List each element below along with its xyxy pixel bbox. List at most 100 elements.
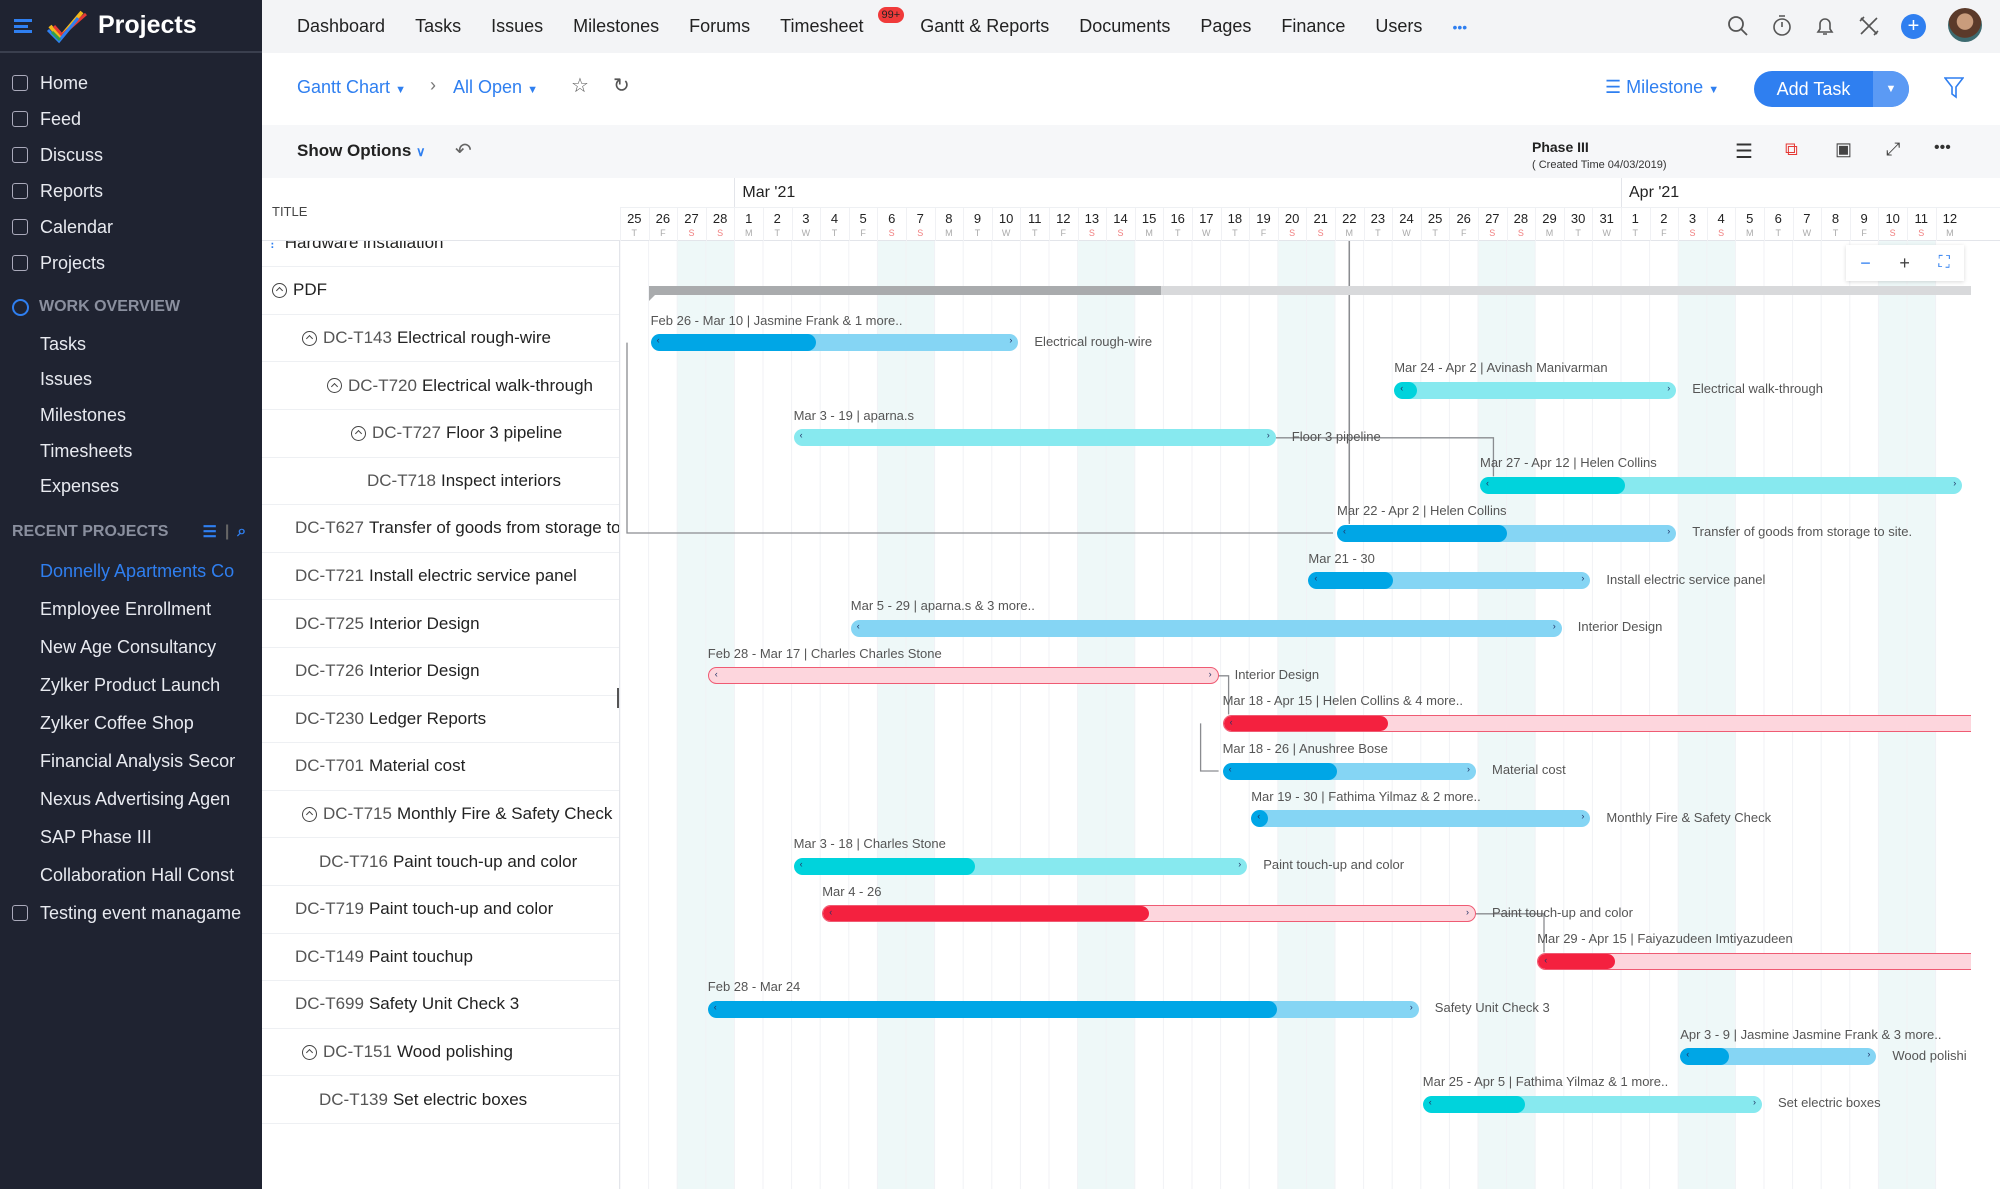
resize-right-icon[interactable]: › bbox=[1466, 907, 1469, 917]
task-bar[interactable]: ‹› bbox=[1251, 810, 1591, 828]
resize-right-icon[interactable]: › bbox=[1267, 430, 1270, 440]
resize-right-icon[interactable]: › bbox=[1867, 1049, 1870, 1059]
task-row[interactable]: DC-T699 Safety Unit Check 3 bbox=[262, 981, 619, 1029]
search-icon[interactable] bbox=[1726, 14, 1750, 38]
show-options-button[interactable]: Show Options ∨ bbox=[297, 141, 426, 161]
nav-timesheet[interactable]: Timesheet99+ bbox=[780, 7, 905, 37]
avatar[interactable] bbox=[1948, 8, 1982, 42]
recent-project-item[interactable]: Zylker Product Launch bbox=[0, 669, 235, 701]
sidebar-item-expenses[interactable]: Expenses bbox=[0, 471, 262, 503]
sidebar-item-milestones[interactable]: Milestones bbox=[0, 399, 262, 431]
resize-left-icon[interactable]: ‹ bbox=[1486, 478, 1489, 488]
zoom-out-icon[interactable]: − bbox=[1860, 253, 1871, 274]
resize-left-icon[interactable]: ‹ bbox=[800, 859, 803, 869]
task-row[interactable]: DC-T716 Paint touch-up and color bbox=[262, 838, 619, 886]
refresh-icon[interactable]: ↻ bbox=[613, 73, 630, 98]
resize-right-icon[interactable]: › bbox=[1410, 1002, 1413, 1012]
nav-milestones[interactable]: Milestones bbox=[573, 16, 659, 37]
nav-users[interactable]: Users bbox=[1375, 16, 1422, 37]
task-row[interactable]: DC-T726 Interior Design bbox=[262, 648, 619, 696]
milestone-row[interactable]: PDF bbox=[262, 267, 619, 315]
task-bar[interactable]: ‹› bbox=[1422, 1095, 1762, 1113]
sidebar-item-projects[interactable]: Projects bbox=[0, 247, 262, 279]
nav-issues[interactable]: Issues bbox=[491, 16, 543, 37]
undo-icon[interactable]: ↶ bbox=[455, 138, 472, 163]
task-bar[interactable]: ‹› bbox=[1308, 572, 1591, 590]
add-icon[interactable]: + bbox=[1901, 14, 1926, 39]
task-row[interactable]: DC-T149 Paint touchup bbox=[262, 934, 619, 982]
task-bar[interactable]: ‹› bbox=[707, 1000, 1419, 1018]
task-row[interactable]: DC-T139 Set electric boxes bbox=[262, 1076, 619, 1124]
expand-icon[interactable]: ⤢ bbox=[1886, 139, 1900, 160]
recent-project-item[interactable]: Employee Enrollment bbox=[0, 593, 235, 625]
resize-left-icon[interactable]: ‹ bbox=[1429, 1097, 1432, 1107]
resize-left-icon[interactable]: ‹ bbox=[1343, 526, 1346, 536]
recent-project-item[interactable]: Financial Analysis Secon bbox=[0, 745, 235, 777]
bell-icon[interactable] bbox=[1813, 14, 1837, 38]
layout-icon[interactable]: ☰ bbox=[1735, 139, 1753, 164]
task-bar[interactable]: ‹› bbox=[1480, 476, 1963, 494]
view-dropdown[interactable]: Gantt Chart ▼ bbox=[297, 77, 406, 98]
task-row[interactable]: DC-T718 Inspect interiors bbox=[262, 458, 619, 506]
resize-left-icon[interactable]: ‹ bbox=[857, 621, 860, 631]
sidebar-item-timesheets[interactable]: Timesheets bbox=[0, 435, 262, 467]
task-bar[interactable]: ‹› bbox=[1222, 762, 1476, 780]
resize-right-icon[interactable]: › bbox=[1467, 764, 1470, 774]
sidebar-item-tasks[interactable]: Tasks bbox=[0, 328, 262, 360]
resize-right-icon[interactable]: › bbox=[1009, 335, 1012, 345]
collapse-icon[interactable] bbox=[327, 378, 342, 394]
collapse-icon[interactable] bbox=[302, 330, 317, 346]
sidebar-item-issues[interactable]: Issues bbox=[0, 364, 262, 396]
milestone-bar[interactable] bbox=[648, 286, 1971, 295]
menu-icon[interactable] bbox=[14, 18, 32, 33]
task-bar[interactable]: ‹› bbox=[1337, 524, 1677, 542]
nav-gantt-reports[interactable]: Gantt & Reports bbox=[920, 16, 1049, 37]
sidebar-item-testing[interactable]: Testing event managame bbox=[0, 897, 262, 929]
resize-left-icon[interactable]: ‹ bbox=[1257, 811, 1260, 821]
zoom-in-icon[interactable]: + bbox=[1899, 253, 1910, 274]
search-icon[interactable]: ⌕ bbox=[237, 523, 246, 541]
sidebar-item-reports[interactable]: Reports bbox=[0, 175, 262, 207]
recent-project-item[interactable]: New Age Consultancy bbox=[0, 631, 235, 663]
collapse-icon[interactable] bbox=[351, 425, 366, 441]
task-row[interactable]: DC-T151 Wood polishing bbox=[262, 1029, 619, 1077]
recent-project-item[interactable]: SAP Phase III bbox=[0, 821, 235, 853]
task-row[interactable]: DC-T230 Ledger Reports bbox=[262, 696, 619, 744]
more-icon[interactable]: ••• bbox=[1934, 139, 1951, 157]
resize-right-icon[interactable]: › bbox=[1581, 811, 1584, 821]
resize-right-icon[interactable]: › bbox=[1553, 621, 1556, 631]
task-bar[interactable]: ‹› bbox=[650, 334, 1019, 352]
resize-right-icon[interactable]: › bbox=[1753, 1097, 1756, 1107]
timer-icon[interactable] bbox=[1770, 14, 1794, 38]
task-bar[interactable]: ‹› bbox=[822, 905, 1476, 923]
resize-right-icon[interactable]: › bbox=[1581, 573, 1584, 583]
resize-left-icon[interactable]: ‹ bbox=[1686, 1049, 1689, 1059]
nav-finance[interactable]: Finance bbox=[1281, 16, 1345, 37]
collapse-icon[interactable] bbox=[302, 1044, 317, 1060]
nav-forums[interactable]: Forums bbox=[689, 16, 750, 37]
recent-project-item[interactable]: Donnelly Apartments Co bbox=[0, 555, 235, 587]
task-row[interactable]: DC-T719 Paint touch-up and color bbox=[262, 886, 619, 934]
collapse-icon[interactable] bbox=[302, 806, 317, 822]
resize-left-icon[interactable]: ‹ bbox=[715, 669, 718, 679]
task-row[interactable]: DC-T627 Transfer of goods from storage to bbox=[262, 505, 619, 553]
resize-left-icon[interactable]: ‹ bbox=[1230, 717, 1233, 727]
task-row[interactable]: DC-T725 Interior Design bbox=[262, 600, 619, 648]
add-task-dropdown-icon[interactable]: ▼ bbox=[1873, 71, 1909, 107]
recent-project-item[interactable]: Collaboration Hall Const bbox=[0, 859, 235, 891]
task-row[interactable]: DC-T720 Electrical walk-through bbox=[262, 362, 619, 410]
star-icon[interactable]: ☆ bbox=[571, 73, 589, 98]
task-row[interactable]: DC-T701 Material cost bbox=[262, 743, 619, 791]
resize-left-icon[interactable]: ‹ bbox=[1544, 955, 1547, 965]
resize-right-icon[interactable]: › bbox=[1238, 859, 1241, 869]
task-bar[interactable]: ‹› bbox=[1394, 381, 1677, 399]
resize-left-icon[interactable]: ‹ bbox=[1229, 764, 1232, 774]
nav-dashboard[interactable]: Dashboard bbox=[297, 16, 385, 37]
sidebar-item-home[interactable]: Home bbox=[0, 67, 262, 99]
task-row-hardware[interactable]: ⁞ Hardware installation bbox=[262, 241, 619, 268]
nav-tasks[interactable]: Tasks bbox=[415, 16, 461, 37]
resize-right-icon[interactable]: › bbox=[1667, 383, 1670, 393]
fit-screen-icon[interactable]: ⛶ bbox=[1938, 254, 1949, 272]
task-row[interactable]: DC-T143 Electrical rough-wire bbox=[262, 315, 619, 363]
task-bar[interactable]: ‹› bbox=[1680, 1048, 1877, 1066]
